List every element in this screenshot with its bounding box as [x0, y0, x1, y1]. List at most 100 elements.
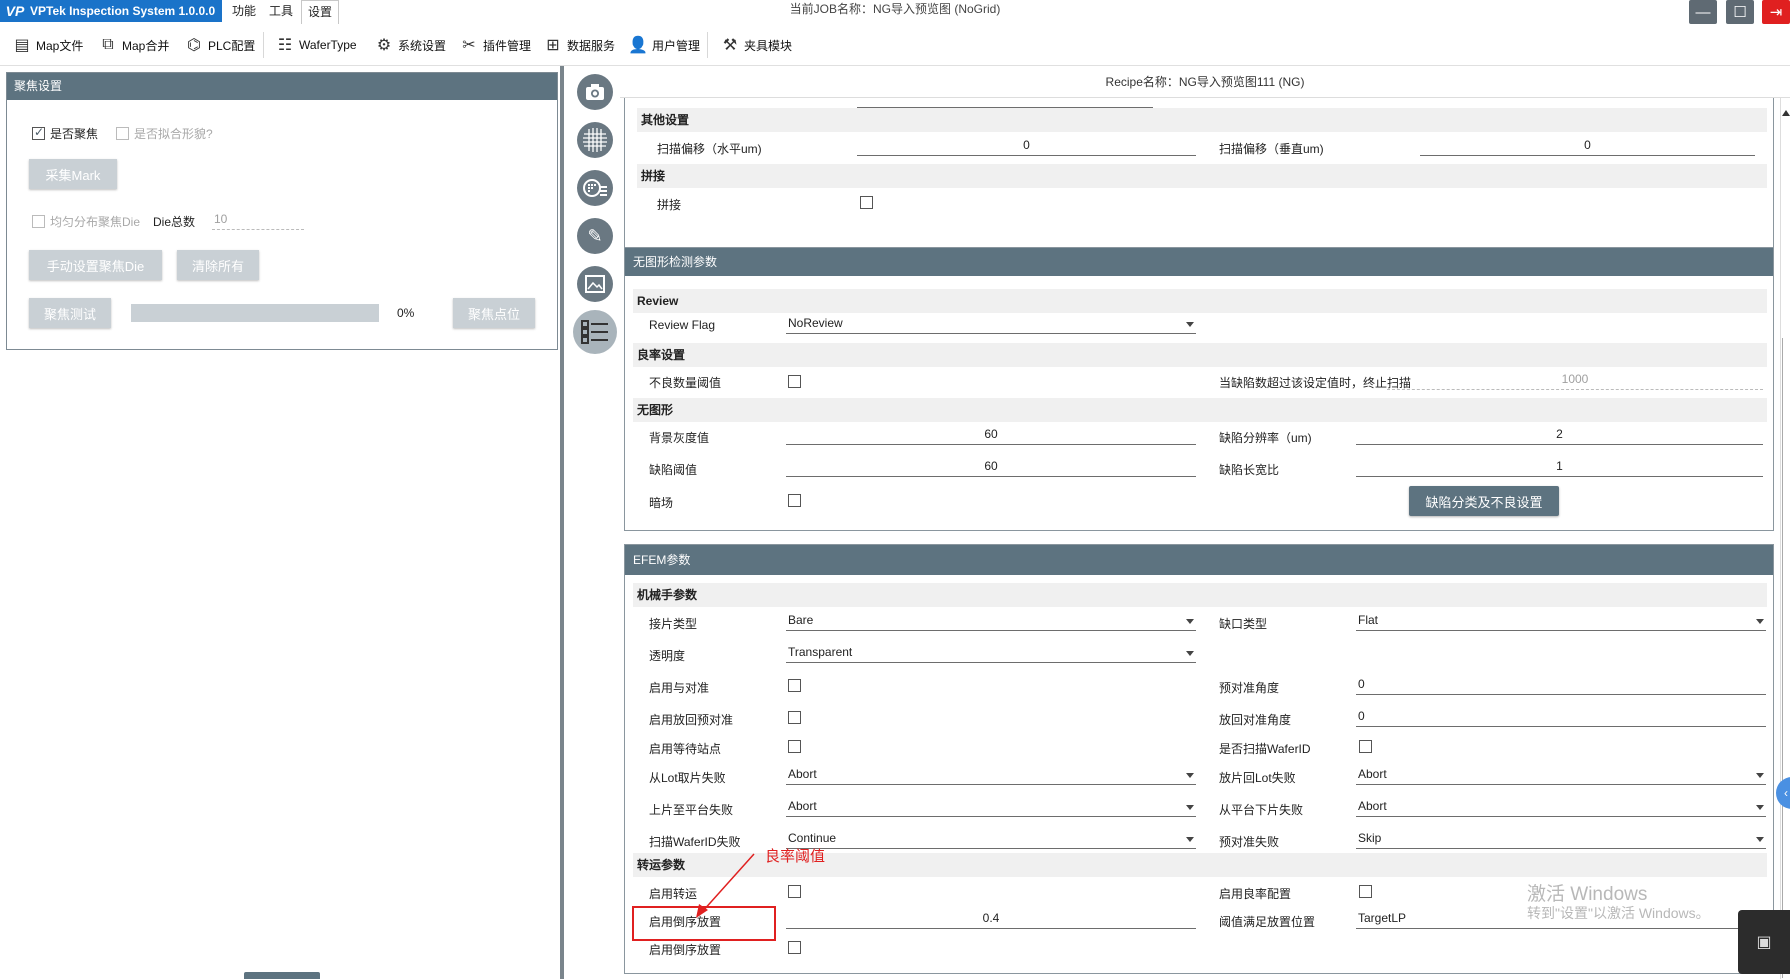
- enable-align-checkbox[interactable]: [788, 679, 801, 692]
- prealign-fail-select[interactable]: Skip: [1356, 829, 1766, 849]
- darkfield-label: 暗场: [649, 496, 674, 510]
- focus-progress-percent: 0%: [397, 306, 415, 320]
- menu-tools[interactable]: 工具: [269, 0, 293, 24]
- bottom-tab-handle[interactable]: [244, 972, 320, 979]
- yield-threshold-input[interactable]: 0.4: [786, 909, 1196, 929]
- stitch-checkbox[interactable]: [860, 196, 873, 209]
- scrolled-field[interactable]: [857, 98, 1153, 108]
- defect-aspect-label: 缺陷长宽比: [1219, 463, 1280, 477]
- app-logo-icon: VP: [5, 3, 25, 19]
- annotation-highlight-box: [632, 906, 776, 941]
- enable-wait-station-label: 启用等待站点: [649, 742, 722, 756]
- focus-progress-bar: [131, 304, 379, 322]
- bg-gray-label: 背景灰度值: [649, 431, 710, 445]
- annotation-label: 良率阈值: [765, 848, 826, 865]
- enable-align-label: 启用与对准: [649, 681, 710, 695]
- uniform-die-checkbox[interactable]: [32, 215, 45, 228]
- review-flag-label: Review Flag: [649, 318, 716, 332]
- review-flag-select[interactable]: NoReview: [786, 314, 1196, 334]
- toolbar-divider: [263, 32, 264, 58]
- die-total-input[interactable]: 10: [212, 210, 304, 230]
- image-frame-icon[interactable]: [577, 266, 613, 302]
- checklist-icon[interactable]: [573, 310, 617, 354]
- toolbar: ▤ Map文件 ⧉ Map合并 ⌬ PLC配置 ☷ WaferType ⚙ 系统…: [0, 24, 1790, 66]
- maximize-icon[interactable]: ☐: [1726, 0, 1754, 24]
- enable-reverse2-label: 启用倒序放置: [649, 943, 722, 957]
- focus-test-button[interactable]: 聚焦测试: [29, 298, 111, 328]
- unload-stage-fail-select[interactable]: Abort: [1356, 797, 1766, 817]
- no-pattern-header: 无图形检测参数: [625, 248, 1773, 276]
- enable-wait-station-checkbox[interactable]: [788, 740, 801, 753]
- wafer-map-icon[interactable]: [577, 170, 613, 206]
- wafer-type-button[interactable]: ☷ WaferType: [275, 32, 357, 58]
- enable-focus-option[interactable]: 是否聚焦: [32, 125, 98, 142]
- map-merge-button[interactable]: ⧉ Map合并: [98, 32, 169, 58]
- prealign-angle-label: 预对准角度: [1219, 681, 1280, 695]
- enable-yield-config-checkbox[interactable]: [1359, 885, 1372, 898]
- defect-resolution-input[interactable]: 2: [1356, 425, 1763, 445]
- bad-count-threshold-checkbox[interactable]: [788, 375, 801, 388]
- fit-stage-option[interactable]: 是否拟合形貌?: [116, 125, 213, 142]
- map-file-label: Map文件: [36, 38, 84, 53]
- map-file-button[interactable]: ▤ Map文件: [12, 32, 83, 58]
- data-service-icon: ⊞: [546, 37, 560, 54]
- transparency-select[interactable]: Transparent: [786, 643, 1196, 663]
- clear-all-button[interactable]: 清除所有: [177, 250, 259, 280]
- lot-return-fail-select[interactable]: Abort: [1356, 765, 1766, 785]
- defect-resolution-label: 缺陷分辨率（um): [1219, 431, 1312, 445]
- plc-config-button[interactable]: ⌬ PLC配置: [184, 32, 255, 58]
- pick-type-select[interactable]: Bare: [786, 611, 1196, 631]
- exit-icon[interactable]: ⇥: [1762, 0, 1790, 24]
- prealign-angle-input[interactable]: 0: [1356, 675, 1766, 695]
- plugin-icon: ✂: [462, 37, 476, 54]
- scan-waferid-fail-select[interactable]: Continue: [786, 829, 1196, 849]
- return-align-angle-input[interactable]: 0: [1356, 707, 1766, 727]
- user-manage-label: 用户管理: [652, 38, 701, 53]
- enable-reverse2-checkbox[interactable]: [788, 941, 801, 954]
- title-bar: 当前JOB名称：NG导入预览图 (NoGrid) VP VPTek Inspec…: [0, 0, 1790, 24]
- notch-type-select[interactable]: Flat: [1356, 611, 1766, 631]
- data-service-button[interactable]: ⊞ 数据服务: [543, 32, 615, 58]
- defect-aspect-input[interactable]: 1: [1356, 457, 1763, 477]
- scan-offset-v-input[interactable]: 0: [1420, 136, 1755, 156]
- enable-transfer-checkbox[interactable]: [788, 885, 801, 898]
- prealign-fail-label: 预对准失败: [1219, 835, 1280, 849]
- stop-scan-input[interactable]: 1000: [1387, 370, 1763, 390]
- defect-threshold-input[interactable]: 60: [786, 457, 1196, 477]
- grid-icon[interactable]: [577, 122, 613, 158]
- menu-function[interactable]: 功能: [232, 0, 256, 24]
- plugin-manage-button[interactable]: ✂ 插件管理: [459, 32, 531, 58]
- data-service-label: 数据服务: [567, 38, 616, 53]
- enable-yield-config-label: 启用良率配置: [1219, 887, 1292, 901]
- minimize-icon[interactable]: —: [1689, 0, 1717, 24]
- bg-gray-input[interactable]: 60: [786, 425, 1196, 445]
- corner-widget-icon[interactable]: ▣: [1738, 910, 1790, 974]
- fixture-module-button[interactable]: ⚒ 夹具模块: [720, 32, 792, 58]
- uniform-die-option[interactable]: 均匀分布聚焦Die: [32, 213, 140, 230]
- user-icon: 👤: [628, 37, 648, 54]
- camera-icon[interactable]: [577, 74, 613, 110]
- load-stage-fail-select[interactable]: Abort: [786, 797, 1196, 817]
- panel-splitter[interactable]: [560, 66, 564, 979]
- enable-focus-label: 是否聚焦: [50, 127, 99, 141]
- scan-waferid-fail-label: 扫描WaferID失败: [649, 835, 741, 849]
- collect-mark-button[interactable]: 采集Mark: [29, 159, 117, 189]
- enable-focus-checkbox[interactable]: [32, 125, 45, 140]
- user-manage-button[interactable]: 👤 用户管理: [628, 32, 700, 58]
- fit-stage-checkbox[interactable]: [116, 127, 129, 140]
- darkfield-checkbox[interactable]: [788, 494, 801, 507]
- tools-icon[interactable]: ✎: [577, 218, 613, 254]
- scroll-up-icon[interactable]: [1782, 110, 1790, 116]
- defect-classify-button[interactable]: 缺陷分类及不良设置: [1409, 486, 1559, 516]
- focus-points-button[interactable]: 聚焦点位: [453, 298, 535, 328]
- scan-waferid-checkbox[interactable]: [1359, 740, 1372, 753]
- system-settings-button[interactable]: ⚙ 系统设置: [374, 32, 446, 58]
- menu-settings[interactable]: 设置: [301, 0, 340, 24]
- scan-waferid-label: 是否扫描WaferID: [1219, 742, 1311, 756]
- enable-return-prealign-checkbox[interactable]: [788, 711, 801, 724]
- lot-pick-fail-select[interactable]: Abort: [786, 765, 1196, 785]
- manual-focus-die-button[interactable]: 手动设置聚焦Die: [29, 250, 162, 280]
- scan-offset-h-input[interactable]: 0: [857, 136, 1196, 156]
- scrollbar-thumb[interactable]: [1782, 338, 1788, 978]
- die-total-label: Die总数: [153, 215, 196, 229]
